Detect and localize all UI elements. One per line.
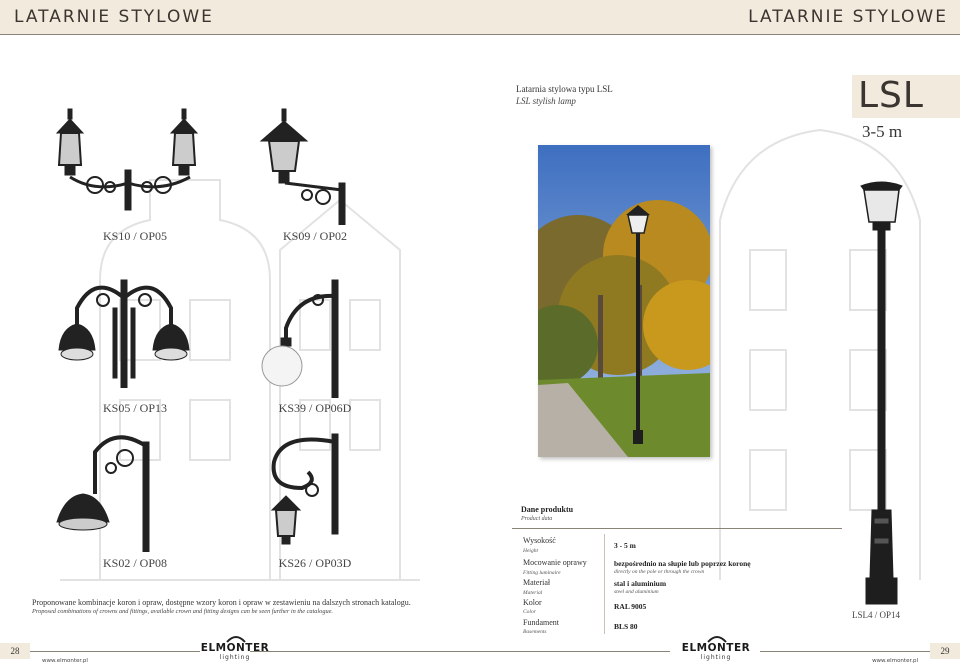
header-title-left: LATARNIE STYLOWE [14, 7, 214, 27]
combo-caption-2: KS09 / OP02 [282, 229, 347, 243]
spec-value-material-en: steel and aluminium [614, 589, 659, 595]
lamp-ks39-op06d-image [261, 279, 339, 398]
product-subtitle: Latarnia stylowa typu LSL [516, 84, 613, 94]
lamp-ks26-op03d-image [270, 433, 339, 545]
product-code: LSL [858, 75, 924, 116]
spec-value-basement: BLS 80 [614, 622, 638, 631]
logo-sub: lighting [219, 654, 251, 661]
elmonter-logo-right: ELMONTER lighting [676, 634, 756, 664]
lamp-lsl4-caption: LSL4 / OP14 [851, 610, 900, 620]
lamp-ks02-op08-image [56, 435, 150, 552]
spec-label-material-en: Material [523, 590, 543, 596]
page-number-right: 29 [930, 643, 960, 659]
combo-caption-5: KS02 / OP08 [102, 556, 167, 570]
logo-sub: lighting [700, 654, 732, 661]
spec-value-fitting: bezpośrednio na słupie lub poprzez koron… [614, 559, 751, 568]
logo-swoosh-icon [226, 636, 246, 643]
spec-label-color: Kolor [523, 598, 542, 607]
lamp-lsl4-op14-image [860, 181, 903, 605]
footer-rule-right [760, 651, 930, 652]
spec-divider [512, 528, 842, 529]
spec-value-height: 3 - 5 m [614, 541, 636, 550]
spec-label-height: Wysokość [523, 536, 556, 545]
spec-value-color: RAL 9005 [614, 602, 647, 611]
spec-label-color-en: Color [523, 609, 536, 615]
combinations-note: Proponowane kombinacje koron i opraw, do… [32, 598, 411, 607]
spec-label-basement-en: Basements [523, 629, 547, 635]
website-right[interactable]: www.elmonter.pl [872, 658, 918, 664]
combo-caption-1: KS10 / OP05 [102, 229, 167, 243]
lamp-ks10-op05-image [55, 108, 199, 211]
spec-label-fitting-en: Fitting luminaire [523, 570, 561, 576]
page-number-left: 28 [0, 643, 30, 659]
logo-swoosh-icon [707, 636, 727, 643]
spec-heading: Dane produktu [521, 505, 574, 514]
header-title-right: LATARNIE STYLOWE [748, 7, 948, 27]
spec-label-fitting: Mocowanie oprawy [523, 558, 587, 567]
lamp-ks09-op02-image [259, 108, 346, 225]
combinations-note-en: Proposed combinations of crowns and fitt… [32, 608, 333, 615]
spec-label-height-en: Height [523, 548, 538, 554]
product-subtitle-en: LSL stylish lamp [516, 96, 576, 106]
spec-label-material: Materiał [523, 578, 551, 587]
product-photo [538, 145, 710, 457]
park-photo-illustration [538, 145, 710, 457]
lamp-ks05-op13-image [58, 279, 190, 388]
combo-caption-6: KS26 / OP03D [278, 556, 352, 570]
spec-column-divider [604, 534, 605, 634]
spec-value-material: stal i aluminium [614, 579, 667, 588]
spec-label-basement: Fundament [523, 618, 559, 627]
spec-value-fitting-en: directly on the pole or through the crow… [614, 569, 705, 575]
elmonter-logo-left: ELMONTER lighting [195, 634, 275, 664]
spec-heading-en: Product data [521, 516, 553, 522]
footer-rule-center [250, 651, 670, 652]
combo-caption-3: KS05 / OP13 [102, 401, 167, 415]
product-height: 3-5 m [862, 122, 903, 141]
combo-caption-4: KS39 / OP06D [278, 401, 352, 415]
website-left[interactable]: www.elmonter.pl [42, 658, 88, 664]
footer-rule-left [30, 651, 200, 652]
